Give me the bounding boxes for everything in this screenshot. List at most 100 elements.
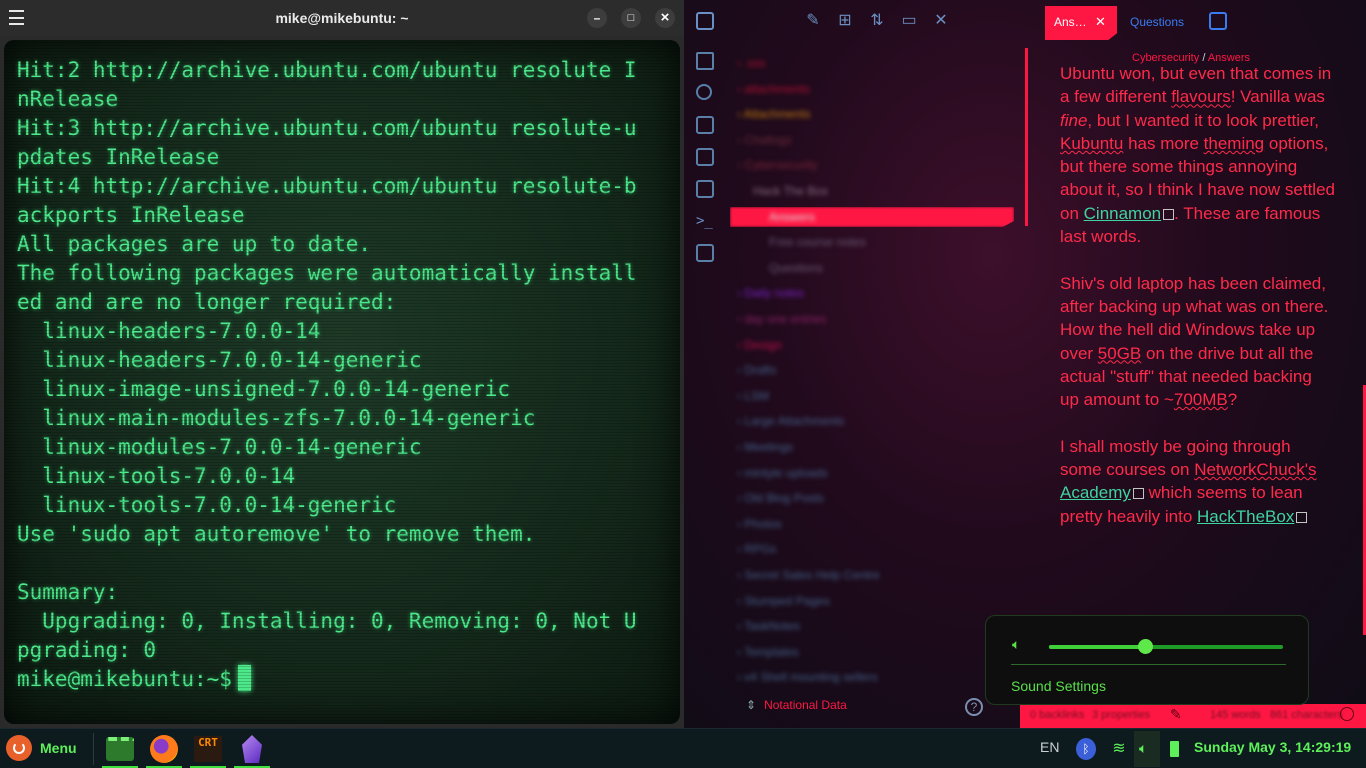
terminal-line: linux-main-modules-zfs-7.0.0-14-generic: [17, 406, 536, 430]
terminal-line: linux-headers-7.0.0-14-generic: [17, 348, 422, 372]
pane-divider[interactable]: [1025, 48, 1028, 226]
tree-item[interactable]: › Large Attachments: [737, 414, 844, 428]
tree-item[interactable]: › LSM: [737, 389, 769, 403]
close-button[interactable]: ×: [655, 8, 675, 28]
tree-item[interactable]: › Photos: [737, 517, 782, 531]
wifi-icon[interactable]: ≋: [1110, 738, 1128, 757]
tab-close-icon[interactable]: ✕: [1095, 14, 1106, 30]
terminal-titlebar[interactable]: mike@mikebuntu: ~ – □ ×: [0, 0, 684, 36]
tree-item[interactable]: › Drafts: [737, 363, 776, 377]
hackthebox-link[interactable]: HackTheBox: [1197, 507, 1294, 526]
text: NetworkChuck's: [1194, 460, 1317, 480]
clock[interactable]: Sunday May 3, 14:29:19: [1194, 739, 1351, 755]
vault-name: Notational Data: [764, 698, 847, 712]
graph-view-icon[interactable]: [696, 84, 712, 100]
cinnamon-link[interactable]: Cinnamon: [1084, 204, 1162, 223]
tree-item[interactable]: › RPGs: [737, 542, 776, 556]
terminal-title: mike@mikebuntu: ~: [275, 10, 409, 26]
ribbon: >_ ?: [684, 0, 983, 728]
academy-link[interactable]: Academy: [1060, 483, 1131, 502]
new-folder-icon[interactable]: ⊞: [836, 12, 854, 30]
calendar-icon[interactable]: [696, 148, 714, 166]
maximize-button[interactable]: □: [621, 8, 641, 28]
tree-item[interactable]: › TaskNotes: [737, 619, 800, 633]
tasks-list-icon[interactable]: [696, 244, 714, 262]
terminal-line: Hit:4 http://archive.ubuntu.com/ubuntu r…: [17, 174, 637, 198]
templates-icon[interactable]: [696, 180, 714, 198]
new-note-icon[interactable]: ✎: [804, 12, 822, 30]
terminal-screen[interactable]: Hit:2 http://archive.ubuntu.com/ubuntu r…: [4, 40, 680, 724]
taskbar-crt[interactable]: CRT: [190, 731, 226, 768]
volume-knob[interactable]: [1137, 639, 1153, 654]
terminal-line: The following packages were automaticall…: [17, 261, 637, 285]
text: flavours: [1171, 87, 1231, 107]
tree-item[interactable]: › Daily notes: [737, 286, 804, 300]
taskbar-terminal[interactable]: [102, 731, 138, 768]
battery-icon[interactable]: [1170, 741, 1179, 757]
text: fine: [1060, 110, 1088, 130]
speaker-icon[interactable]: 🔈︎: [1012, 636, 1020, 653]
text: ?: [1227, 390, 1238, 410]
volume-tray-icon[interactable]: 🔈︎: [1134, 731, 1160, 767]
tree-item[interactable]: Questions: [769, 261, 823, 275]
file-search-icon[interactable]: [696, 52, 714, 70]
tree-item[interactable]: › mintyle uploads: [737, 466, 828, 480]
notational-data-vault[interactable]: ⇕ Notational Data: [746, 698, 847, 712]
tree-item[interactable]: Answers: [769, 210, 815, 224]
volume-slider[interactable]: [1049, 639, 1283, 654]
tree-item[interactable]: › Secret Sales Help Centre: [737, 568, 880, 582]
tree-item[interactable]: › Design: [737, 338, 782, 352]
volume-fill: [1049, 645, 1145, 649]
terminal-window[interactable]: mike@mikebuntu: ~ – □ × Hit:2 http://arc…: [0, 0, 684, 728]
terminal-line: linux-modules-7.0.0-14-generic: [17, 435, 422, 459]
tab-answers[interactable]: Ans… ✕: [1045, 6, 1117, 40]
sound-settings-button[interactable]: Sound Settings: [1011, 678, 1106, 694]
tree-item[interactable]: › Cybersecurity: [737, 158, 818, 172]
right-sidebar-toggle-icon[interactable]: [1209, 12, 1227, 30]
status-bar: 0 backlinks 3 properties ✎ 145 words 861…: [1020, 704, 1366, 728]
text: ! Vanilla was: [1230, 87, 1325, 107]
minimize-button[interactable]: –: [587, 8, 607, 28]
taskbar: Menu CRT EN ᛒ ≋ 🔈︎ Sunday May 3, 14:29:1…: [0, 728, 1366, 768]
pencil-icon[interactable]: ✎: [1170, 706, 1182, 723]
taskbar-firefox[interactable]: [146, 731, 182, 768]
external-link-icon: [1132, 488, 1144, 500]
tree-item[interactable]: › attachments: [737, 82, 810, 96]
tree-item[interactable]: Hack The Box: [753, 184, 828, 198]
terminal-line: ackports InRelease: [17, 203, 245, 227]
collapse-icon[interactable]: ▭: [900, 12, 918, 30]
backlinks-count[interactable]: 0 backlinks: [1030, 709, 1084, 721]
tree-item[interactable]: › Old Blog Posts: [737, 491, 824, 505]
tree-item[interactable]: › Chatlogs: [737, 133, 792, 147]
properties-count[interactable]: 3 properties: [1092, 709, 1150, 721]
canvas-icon[interactable]: [696, 116, 714, 134]
menu-button[interactable]: Menu: [6, 735, 77, 761]
tree-item[interactable]: Free course notes: [769, 235, 866, 249]
tab-title: Ans…: [1054, 15, 1087, 29]
terminal-line: pdates InRelease: [17, 145, 220, 169]
sync-check-icon[interactable]: [1340, 707, 1354, 721]
tree-item[interactable]: › Stumped Pages: [737, 594, 830, 608]
tree-item[interactable]: › Meetings: [737, 440, 793, 454]
taskbar-obsidian[interactable]: [234, 731, 270, 768]
terminal-line: linux-image-unsigned-7.0.0-14-generic: [17, 377, 511, 401]
bluetooth-icon[interactable]: ᛒ: [1076, 738, 1096, 760]
terminal-prompt-icon[interactable]: >_: [696, 212, 714, 230]
note-content[interactable]: Ubuntu won, but even that comes in a few…: [1060, 62, 1335, 551]
close-all-icon[interactable]: ✕: [932, 12, 950, 30]
tree-item[interactable]: › Attachments: [737, 107, 810, 121]
tree-item[interactable]: › .sss: [737, 56, 766, 70]
text: Kubuntu: [1060, 133, 1124, 153]
tree-item[interactable]: › v4 Shell mounting sellers: [737, 670, 878, 684]
crt-app-icon: CRT: [194, 736, 222, 762]
file-tree[interactable]: › .sss › attachments › Attachments › Chatlo…: [732, 46, 1022, 686]
sidebar-toggle-icon[interactable]: [696, 12, 714, 30]
text: 700MB: [1173, 390, 1228, 410]
terminal-prompt-line[interactable]: mike@mikebuntu:~$: [17, 665, 251, 694]
tab-questions[interactable]: Questions: [1130, 15, 1184, 29]
help-icon[interactable]: ?: [965, 698, 983, 716]
tree-item[interactable]: › day one entries: [737, 312, 826, 326]
tree-item[interactable]: › Templates: [737, 645, 799, 659]
sort-icon[interactable]: ⇅: [868, 12, 886, 30]
keyboard-layout[interactable]: EN: [1040, 739, 1059, 755]
